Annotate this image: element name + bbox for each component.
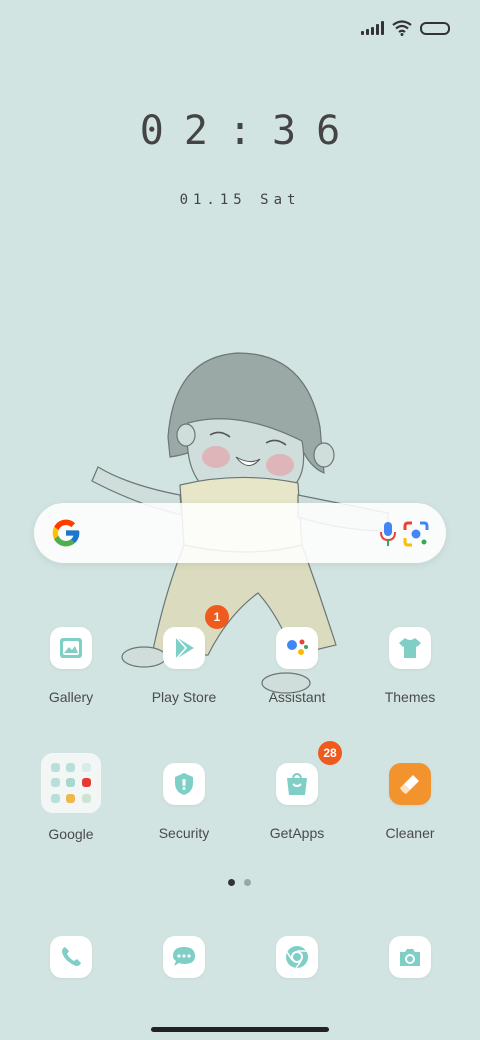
lens-icon[interactable] <box>402 520 430 548</box>
app-assistant[interactable]: Assistant <box>241 627 353 705</box>
app-gallery[interactable]: Gallery <box>15 627 127 705</box>
app-getapps[interactable]: 28 GetApps <box>241 741 353 841</box>
clock-time[interactable]: 02:36 <box>0 108 480 154</box>
app-label: GetApps <box>269 825 325 841</box>
app-cleaner[interactable]: Cleaner <box>354 763 466 841</box>
app-label: Gallery <box>48 689 94 705</box>
page-indicator <box>228 879 251 886</box>
app-themes[interactable]: Themes <box>354 627 466 705</box>
assistant-icon <box>276 627 318 669</box>
app-label: Assistant <box>268 689 326 705</box>
status-bar <box>361 18 450 38</box>
folder-google[interactable]: Google <box>15 753 127 842</box>
camera-icon[interactable] <box>389 936 431 978</box>
gallery-icon <box>50 627 92 669</box>
app-label: Themes <box>384 689 436 705</box>
google-search-bar[interactable] <box>34 503 446 563</box>
getapps-icon: 28 <box>276 741 342 805</box>
notification-badge: 28 <box>318 741 342 765</box>
clock-date[interactable]: 01.15 Sat <box>0 192 480 208</box>
app-label: Security <box>158 825 210 841</box>
app-security[interactable]: Security <box>128 763 240 841</box>
themes-icon <box>389 627 431 669</box>
home-indicator[interactable] <box>151 1027 329 1032</box>
app-label: Cleaner <box>385 825 435 841</box>
signal-icon <box>361 21 384 35</box>
cleaner-icon <box>389 763 431 805</box>
folder-icon <box>41 753 101 813</box>
page-dot <box>244 879 251 886</box>
security-icon <box>163 763 205 805</box>
page-dot-active <box>228 879 235 886</box>
app-label: Google <box>48 826 94 842</box>
app-play-store[interactable]: 1 Play Store <box>128 605 240 705</box>
google-g-icon <box>52 519 80 547</box>
messages-icon[interactable] <box>163 936 205 978</box>
chrome-icon[interactable] <box>276 936 318 978</box>
battery-icon <box>420 21 450 35</box>
mic-icon[interactable] <box>375 520 401 548</box>
play-store-icon: 1 <box>163 605 229 669</box>
app-label: Play Store <box>151 689 217 705</box>
phone-icon[interactable] <box>50 936 92 978</box>
notification-badge: 1 <box>205 605 229 629</box>
wifi-icon <box>392 20 412 36</box>
